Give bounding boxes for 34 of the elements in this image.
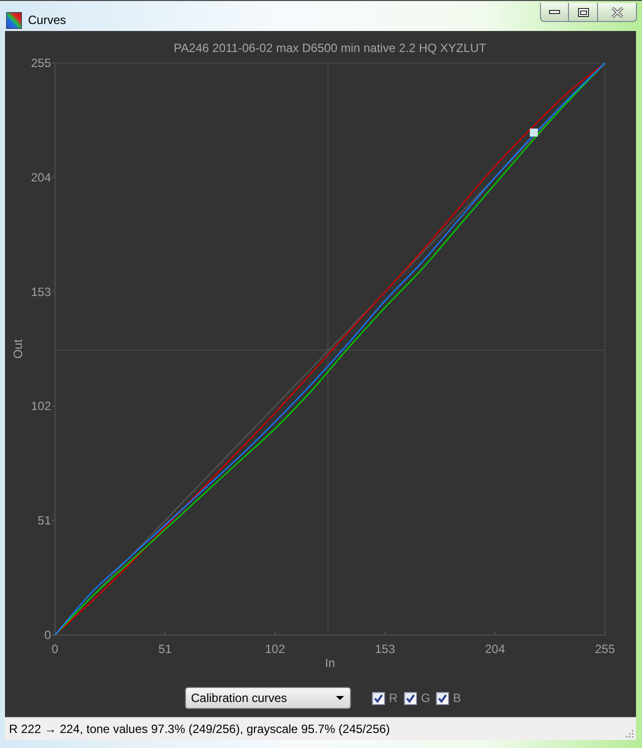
channel-checkbox[interactable] xyxy=(372,692,385,704)
y-tick-label: 204 xyxy=(30,170,51,184)
app-icon xyxy=(6,12,22,29)
chart-title: PA246 2011-06-02 max D6500 min native 2.2 HQ XYZLUT xyxy=(174,41,486,55)
channel-checkbox[interactable] xyxy=(436,692,449,704)
maximize-icon xyxy=(578,8,588,16)
window-title: Curves xyxy=(28,13,66,27)
checkbox-label: G xyxy=(421,691,430,705)
checkbox-label: R xyxy=(389,691,398,705)
close-button[interactable] xyxy=(598,3,637,22)
checkbox-label: B xyxy=(453,691,462,705)
y-tick-label: 0 xyxy=(44,628,51,642)
x-tick-label: 0 xyxy=(52,642,58,656)
minimize-icon xyxy=(549,10,560,14)
resize-grip-icon[interactable] xyxy=(625,729,634,738)
y-tick-label: 255 xyxy=(30,56,51,70)
x-tick-label: 51 xyxy=(158,642,172,656)
x-tick-label: 255 xyxy=(594,642,616,656)
x-axis-title: In xyxy=(325,656,335,670)
y-tick-label: 51 xyxy=(38,514,51,528)
x-tick-label: 102 xyxy=(264,642,286,656)
caret-icon xyxy=(336,696,344,700)
maximize-button[interactable] xyxy=(569,3,598,22)
point-marker-icon xyxy=(530,128,538,137)
y-axis-title: Out xyxy=(11,339,25,359)
y-tick-label: 102 xyxy=(30,399,51,414)
minimize-button[interactable] xyxy=(540,3,569,22)
close-icon xyxy=(610,6,624,18)
x-tick-label: 204 xyxy=(484,642,506,656)
curve-type-dropdown[interactable]: Calibration curves xyxy=(185,687,351,709)
y-tick-label: 153 xyxy=(30,284,51,299)
channel-checkbox[interactable] xyxy=(404,692,417,704)
x-tick-label: 153 xyxy=(374,642,396,656)
status-text: R 222 → 224, tone values 97.3% (249/256), grayscale 95.7% (245/256) xyxy=(9,722,390,736)
